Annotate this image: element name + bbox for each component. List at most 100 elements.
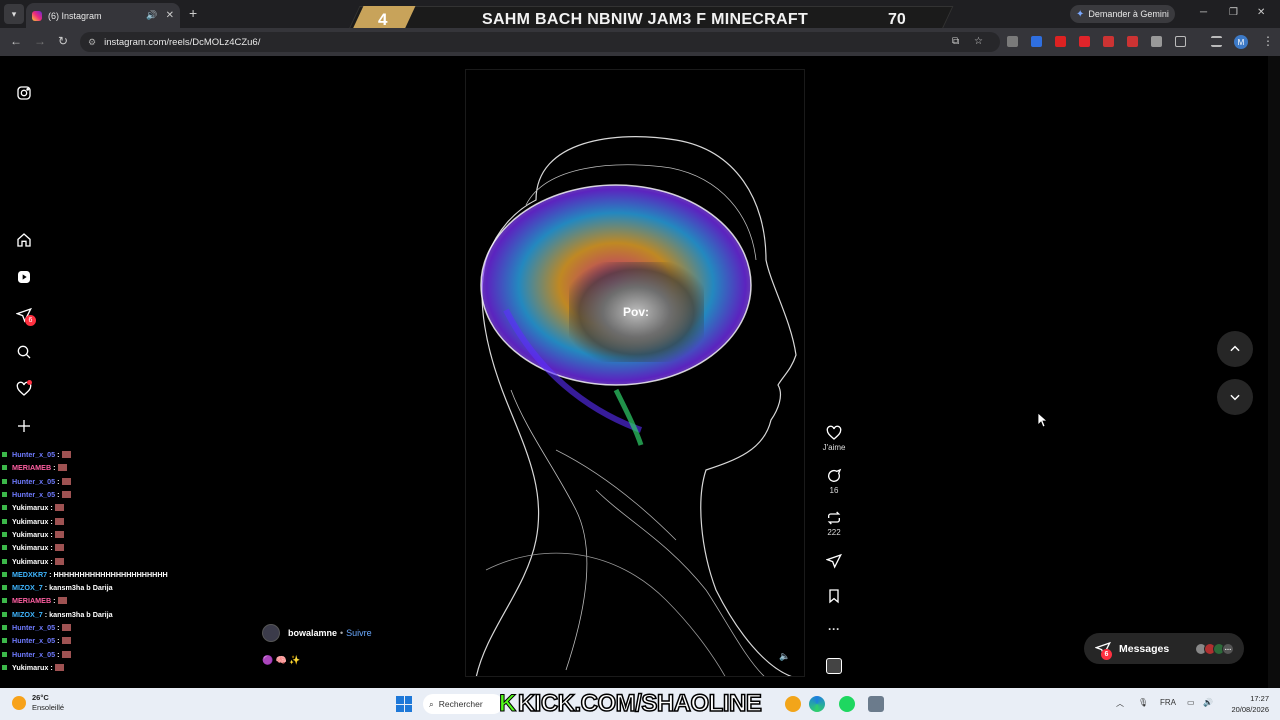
like-button[interactable]: J'aime <box>822 425 846 452</box>
extension-icon[interactable] <box>1103 36 1114 47</box>
reels-icon[interactable] <box>15 268 33 286</box>
settings-gear-icon[interactable] <box>868 696 884 712</box>
chat-emote-icon <box>54 557 64 565</box>
follow-button[interactable]: Suivre <box>346 628 372 638</box>
page-scrollbar[interactable] <box>1268 56 1280 688</box>
clock-date: 20/08/2026 <box>1231 705 1269 714</box>
new-tab-button[interactable]: + <box>189 5 197 21</box>
messages-bar[interactable]: 6 Messages … <box>1084 633 1244 664</box>
bookmark-star-icon[interactable]: ☆ <box>974 36 983 47</box>
volume-icon[interactable]: 🔊 <box>1203 698 1213 707</box>
extension-icon[interactable] <box>1007 36 1018 47</box>
home-icon[interactable] <box>15 231 33 249</box>
tab-search-chevron-icon[interactable]: ▾ <box>4 4 24 24</box>
chat-username: Hunter_x_05 <box>12 476 56 486</box>
close-window-icon[interactable]: ✕ <box>1257 7 1265 18</box>
chat-line: MIZOX_7: kansm3ha b Darija <box>2 608 222 621</box>
chat-message: : <box>50 503 53 513</box>
chat-badge-icon <box>2 558 7 564</box>
extension-icon[interactable] <box>1079 36 1090 47</box>
previous-reel-button[interactable] <box>1217 331 1253 367</box>
stream-banner-rank: 4 <box>378 10 388 29</box>
forward-icon[interactable]: → <box>34 34 46 48</box>
browser-tab-instagram[interactable]: (6) Instagram 🔊 ✕ <box>26 3 180 28</box>
notification-dot <box>27 380 32 385</box>
reel-emoji-caption: 🟣 🧠 ✨ <box>262 655 301 665</box>
spotify-icon[interactable] <box>839 696 855 712</box>
create-plus-icon[interactable] <box>15 417 33 435</box>
extension-icon[interactable] <box>1127 36 1138 47</box>
site-info-icon[interactable]: ⚙ <box>88 37 96 48</box>
chat-emote-icon <box>54 663 64 671</box>
edge-icon[interactable] <box>809 696 825 712</box>
instagram-favicon-icon <box>32 10 42 21</box>
author-avatar[interactable] <box>262 624 280 642</box>
search-icon[interactable] <box>15 343 33 361</box>
maximize-icon[interactable]: ❐ <box>1229 7 1238 18</box>
chat-emote-icon <box>61 477 71 485</box>
back-icon[interactable]: ← <box>10 34 22 48</box>
minimize-icon[interactable]: ─ <box>1200 7 1207 18</box>
weather-condition: Ensoleillé <box>32 703 65 712</box>
comment-button[interactable]: 16 <box>822 468 846 495</box>
microphone-icon[interactable]: 🎙 <box>1138 698 1148 707</box>
chat-message: : <box>53 463 56 473</box>
tray-chevron-icon[interactable]: ︿ <box>1116 698 1124 709</box>
chat-badge-icon <box>2 465 7 471</box>
tab-media-icon[interactable] <box>1211 36 1222 47</box>
messages-icon[interactable]: 6 <box>15 306 36 326</box>
extension-icon[interactable] <box>1031 36 1042 47</box>
weather-widget[interactable]: 26°C Ensoleillé <box>12 693 64 713</box>
more-options-icon[interactable]: ··· <box>822 622 846 636</box>
chat-username: Yukimarux <box>12 516 49 526</box>
chat-username: MIZOX_7 <box>12 583 43 593</box>
reel-author[interactable]: bowalamne • Suivre <box>262 624 372 642</box>
save-button[interactable] <box>822 588 846 606</box>
reel-caption-overlay: Pov: <box>622 305 649 319</box>
kick-logo-icon: K <box>499 690 517 718</box>
chat-badge-icon <box>2 638 7 644</box>
chat-username: Hunter_x_05 <box>12 490 56 500</box>
share-button[interactable] <box>822 553 846 571</box>
heart-icon[interactable] <box>15 380 33 398</box>
repost-icon <box>827 511 841 525</box>
chat-username: Hunter_x_05 <box>12 636 56 646</box>
extension-icon[interactable] <box>1055 36 1066 47</box>
chat-username: Yukimarux <box>12 662 49 672</box>
heart-icon <box>826 425 842 440</box>
tab-audio-icon[interactable]: 🔊 <box>146 10 157 21</box>
mute-icon[interactable]: 🔈 <box>779 651 790 662</box>
next-reel-button[interactable] <box>1217 379 1253 415</box>
taskbar-app-icon[interactable] <box>785 696 801 712</box>
taskbar-clock[interactable]: 17:27 20/08/2026 <box>1227 693 1269 715</box>
chat-line: Hunter_x_05: <box>2 621 222 634</box>
windows-start-icon[interactable] <box>396 696 412 712</box>
tab-close-icon[interactable]: ✕ <box>166 10 174 21</box>
stream-chat-overlay: Hunter_x_05: MERIAMEB: Hunter_x_05: Hunter_… <box>2 448 222 674</box>
tab-title: (6) Instagram <box>48 10 102 21</box>
screen: { "browser": { "tab_title": "(6) Instagr… <box>0 0 1280 720</box>
address-bar[interactable]: ⚙ instagram.com/reels/DcMOLz4CZu6/ ⧉ ☆ <box>80 32 1000 52</box>
author-name[interactable]: bowalamne <box>288 628 337 638</box>
network-icon[interactable]: ▭ <box>1187 698 1195 707</box>
extensions-puzzle-icon[interactable] <box>1175 36 1186 47</box>
chat-badge-icon <box>2 664 7 670</box>
chat-message: : <box>57 636 60 646</box>
language-indicator[interactable]: FRA <box>1160 698 1176 707</box>
reel-video[interactable]: Pov: 🔈 <box>465 69 805 677</box>
chat-line: Yukimarux: <box>2 514 222 527</box>
repost-button[interactable]: 222 <box>822 510 846 537</box>
gemini-button[interactable]: ✦ Demander à Gemini <box>1070 5 1175 23</box>
taskbar-search[interactable]: ⌕ Rechercher <box>423 694 503 714</box>
chevron-down-icon <box>1230 394 1240 401</box>
profile-avatar[interactable]: M <box>1234 35 1248 49</box>
audio-thumbnail[interactable] <box>822 658 846 674</box>
chat-line: Hunter_x_05: <box>2 647 222 660</box>
extension-icon[interactable] <box>1151 36 1162 47</box>
chat-badge-icon <box>2 452 7 458</box>
reload-icon[interactable]: ↻ <box>58 34 68 48</box>
instagram-icon[interactable] <box>15 84 33 102</box>
browser-menu-icon[interactable]: ⋮ <box>1262 34 1274 48</box>
like-label: J'aime <box>822 443 846 452</box>
install-app-icon[interactable]: ⧉ <box>952 36 959 47</box>
